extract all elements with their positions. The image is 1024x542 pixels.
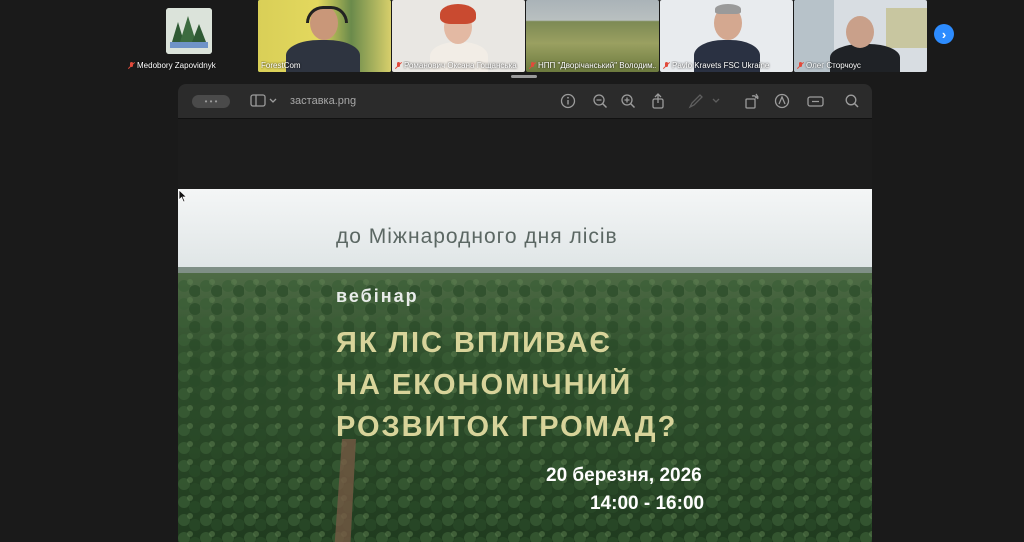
mic-muted-icon — [797, 61, 804, 70]
slide-headline-line: ЯК ЛІС ВПЛИВАЄ — [336, 327, 613, 359]
image-viewer-window: • • • заставка.png до Міжнародного дня л… — [178, 84, 872, 542]
info-icon[interactable] — [560, 93, 576, 109]
mouse-cursor-icon — [178, 189, 188, 203]
participant-avatar — [166, 8, 212, 54]
participant-tile[interactable]: Medobory Zapovidnyk — [125, 0, 253, 72]
event-date: 20 березня, 2026 — [546, 465, 702, 486]
image-canvas: до Міжнародного дня лісів вебінар ЯК ЛІС… — [178, 119, 872, 542]
participant-tile[interactable]: Романович Оксана Гощанська — [392, 0, 525, 72]
zoom-in-icon[interactable] — [620, 93, 636, 109]
mic-muted-icon — [529, 61, 536, 70]
mic-muted-icon — [128, 61, 135, 70]
participant-tile[interactable]: ForestCom — [258, 0, 391, 72]
share-icon[interactable] — [650, 93, 666, 109]
participant-name-row: НПП "Дворічанський" Володим... — [529, 61, 656, 70]
participant-name: Романович Оксана Гощанська — [404, 61, 517, 70]
slide-image: до Міжнародного дня лісів вебінар ЯК ЛІС… — [178, 189, 872, 542]
participant-tile[interactable]: НПП "Дворічанський" Володим... — [526, 0, 659, 72]
search-icon[interactable] — [844, 93, 860, 109]
slide-headline-line: РОЗВИТОК ГРОМАД? — [336, 411, 678, 443]
file-name: заставка.png — [290, 95, 357, 107]
annotate-icon[interactable] — [774, 93, 790, 109]
window-controls[interactable]: • • • — [192, 95, 230, 108]
participant-name-row: Романович Оксана Гощанська — [395, 61, 522, 70]
participant-name-row: Олег Сторчоус — [797, 61, 924, 70]
mic-muted-icon — [395, 61, 402, 70]
markup-pen-icon[interactable] — [688, 93, 722, 109]
viewer-toolbar: • • • заставка.png — [178, 84, 872, 119]
rotate-icon[interactable] — [744, 93, 760, 109]
participant-name: Medobory Zapovidnyk — [137, 61, 216, 70]
event-time: 14:00 - 16:00 — [590, 493, 705, 514]
sidebar-icon[interactable] — [250, 93, 280, 109]
participant-tile[interactable]: Олег Сторчоус — [794, 0, 927, 72]
zoom-out-icon[interactable] — [592, 93, 608, 109]
participant-name-row: ForestCom — [261, 61, 388, 70]
slide-kicker: вебінар — [336, 286, 419, 306]
redact-icon[interactable] — [806, 93, 826, 109]
participant-name: Pavlo Kravets FSC Ukraine — [672, 61, 770, 70]
participant-name-row: Medobory Zapovidnyk — [128, 61, 250, 70]
resize-handle[interactable] — [511, 75, 537, 78]
slide-headline-line: НА ЕКОНОМІЧНИЙ — [336, 369, 633, 401]
mic-muted-icon — [663, 61, 670, 70]
participant-name-row: Pavlo Kravets FSC Ukraine — [663, 61, 790, 70]
chevron-right-icon[interactable]: › — [934, 24, 954, 44]
participant-name: ForestCom — [261, 61, 301, 70]
participant-strip: Medobory Zapovidnyk ForestCom Романович … — [0, 0, 1024, 74]
slide-caption: до Міжнародного дня лісів — [336, 225, 618, 248]
participant-tile[interactable]: Pavlo Kravets FSC Ukraine — [660, 0, 793, 72]
participant-name: НПП "Дворічанський" Володим... — [538, 61, 656, 70]
participant-name: Олег Сторчоус — [806, 61, 861, 70]
